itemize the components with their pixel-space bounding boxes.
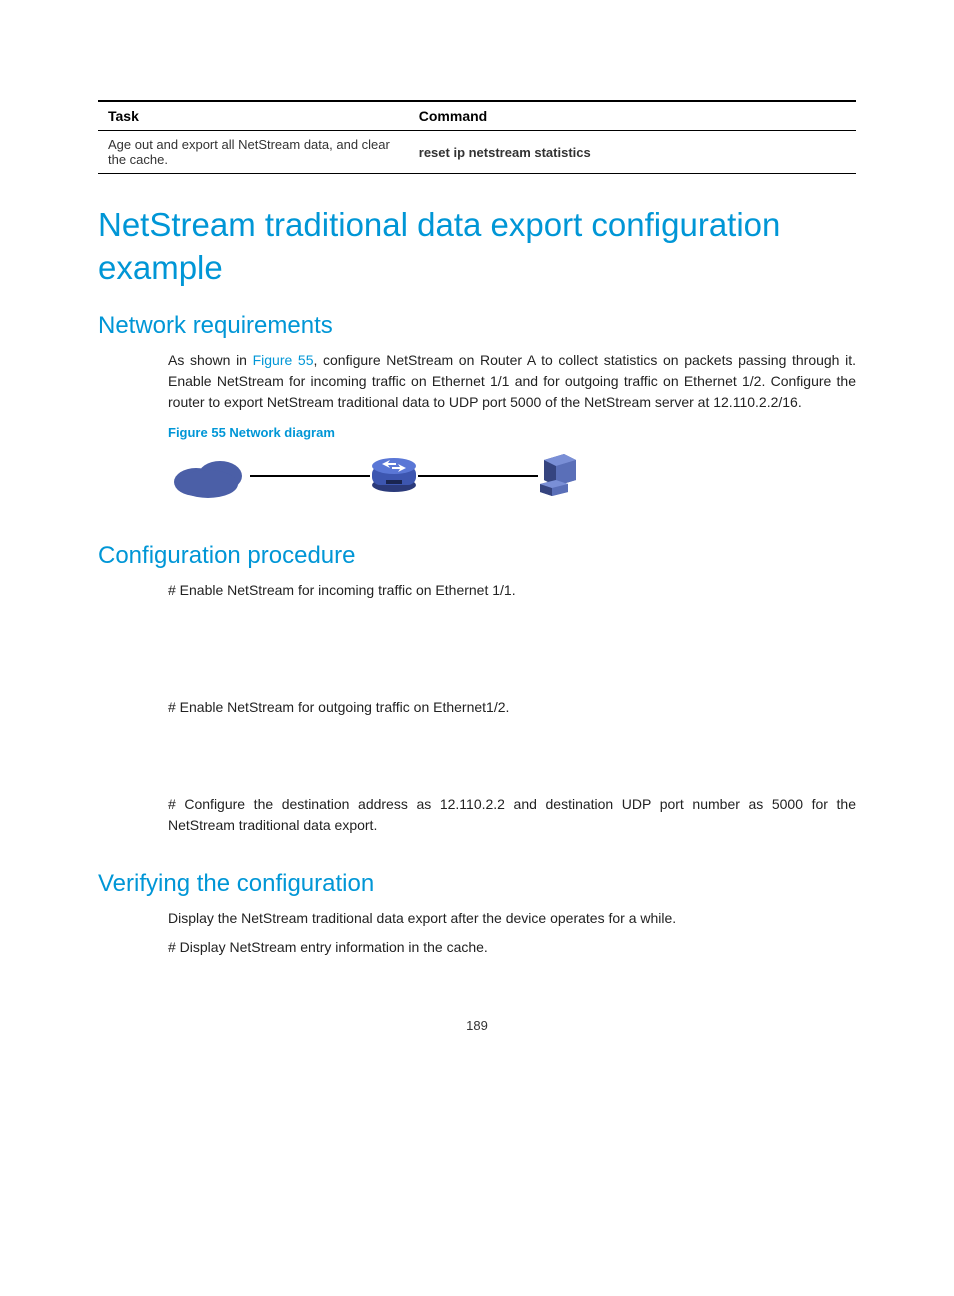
proc-step-1: # Enable NetStream for incoming traffic … xyxy=(168,580,856,601)
section-verifying-title: Verifying the configuration xyxy=(98,870,856,898)
verifying-body: Display the NetStream traditional data e… xyxy=(168,908,856,958)
network-requirements-body: As shown in Figure 55, configure NetStre… xyxy=(168,350,856,503)
router-icon xyxy=(370,452,418,500)
table-header-command: Command xyxy=(409,101,856,131)
table-header-row: Task Command xyxy=(98,101,856,131)
proc-step-2: # Enable NetStream for outgoing traffic … xyxy=(168,697,856,718)
page-title: NetStream traditional data export config… xyxy=(98,204,856,290)
command-table: Task Command Age out and export all NetS… xyxy=(98,100,856,174)
network-diagram xyxy=(168,450,856,502)
cloud-icon xyxy=(168,452,250,500)
proc-step-3: # Configure the destination address as 1… xyxy=(168,794,856,836)
req-intro-prefix: As shown in xyxy=(168,352,253,368)
verify-p1: Display the NetStream traditional data e… xyxy=(168,908,856,929)
table-row: Age out and export all NetStream data, a… xyxy=(98,131,856,174)
server-icon xyxy=(538,450,582,502)
section-network-requirements-title: Network requirements xyxy=(98,312,856,340)
link-line-right xyxy=(418,475,538,477)
verify-p2: # Display NetStream entry information in… xyxy=(168,937,856,958)
page-number: 189 xyxy=(98,1018,856,1033)
figure-caption: Figure 55 Network diagram xyxy=(168,423,856,443)
section-configuration-procedure-title: Configuration procedure xyxy=(98,542,856,570)
figure-link[interactable]: Figure 55 xyxy=(253,352,314,368)
req-intro-paragraph: As shown in Figure 55, configure NetStre… xyxy=(168,350,856,413)
page-container: Task Command Age out and export all NetS… xyxy=(0,0,954,1073)
configuration-procedure-body: # Enable NetStream for incoming traffic … xyxy=(168,580,856,836)
table-header-task: Task xyxy=(98,101,409,131)
table-cell-task: Age out and export all NetStream data, a… xyxy=(98,131,409,174)
table-cell-command: reset ip netstream statistics xyxy=(409,131,856,174)
link-line-left xyxy=(250,475,370,477)
